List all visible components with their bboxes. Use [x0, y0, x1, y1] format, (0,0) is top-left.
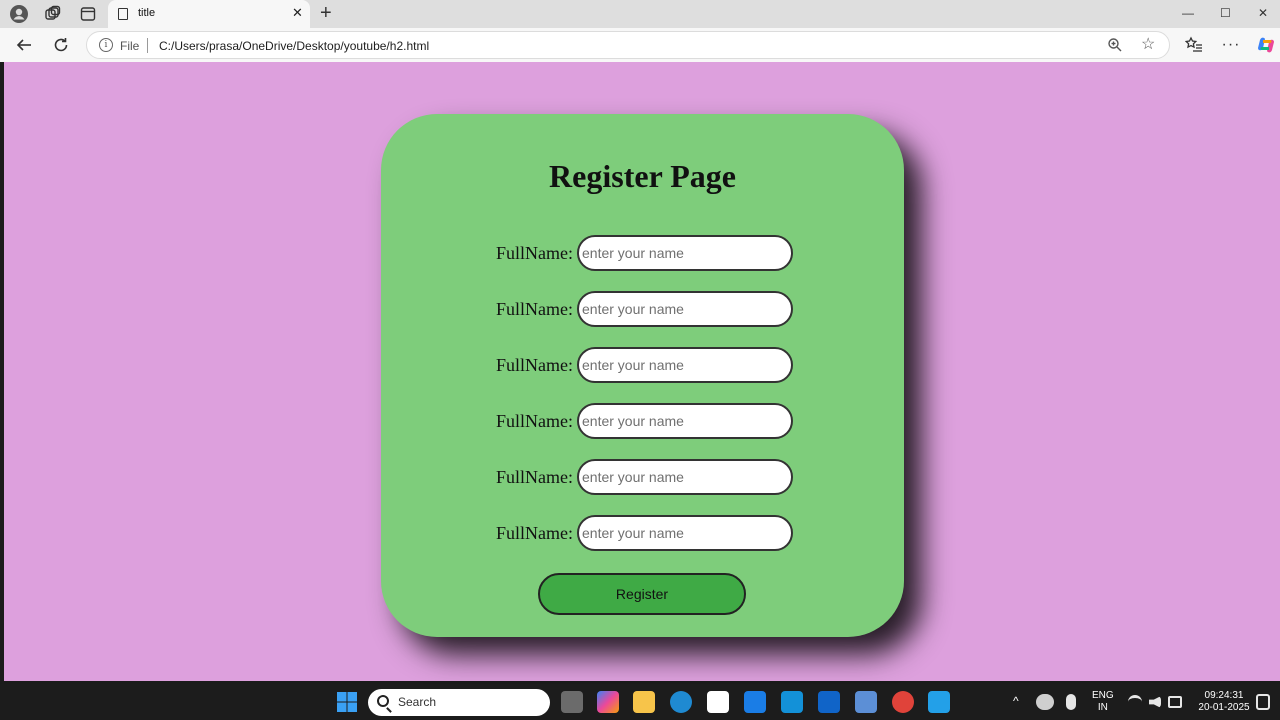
battery-icon[interactable] — [1168, 696, 1182, 708]
new-tab-button[interactable]: + — [320, 3, 332, 23]
tab-title: title — [138, 7, 156, 19]
taskbar: Search ^ ENG IN 09:24:31 20-01-2025 — [0, 684, 1280, 720]
form-row: FullName: — [496, 402, 793, 440]
copilot-app-icon[interactable] — [597, 691, 619, 713]
clock-time: 09:24:31 — [1204, 690, 1244, 701]
copilot-icon[interactable] — [1255, 34, 1277, 56]
wifi-icon[interactable] — [1128, 695, 1142, 709]
tab-close-icon[interactable]: ✕ — [292, 6, 303, 20]
fullname-label: FullName: — [496, 298, 573, 319]
fullname-label: FullName: — [496, 354, 573, 375]
language-indicator[interactable]: ENG IN — [1092, 690, 1114, 714]
mysql-workbench-icon[interactable] — [781, 691, 803, 713]
vertical-tabs-icon[interactable] — [78, 4, 98, 24]
volume-icon[interactable] — [1149, 696, 1161, 708]
favorites-icon[interactable] — [1183, 34, 1205, 56]
page-title: Register Page — [549, 158, 736, 194]
browser-tab-bar: title ✕ + — ☐ ✕ — [0, 0, 1280, 28]
fullname-input[interactable] — [577, 347, 793, 383]
address-scheme: File — [120, 39, 140, 53]
edge-icon[interactable] — [670, 691, 692, 713]
chrome-icon[interactable] — [892, 691, 914, 713]
form-row: FullName: — [496, 290, 793, 328]
back-icon[interactable] — [13, 34, 35, 56]
zoom-icon[interactable] — [1107, 37, 1125, 55]
fullname-input[interactable] — [577, 459, 793, 495]
address-url[interactable]: C:/Users/prasa/OneDrive/Desktop/youtube/… — [159, 39, 429, 53]
show-hidden-icons-icon[interactable]: ^ — [1013, 695, 1019, 707]
register-button[interactable]: Register — [538, 573, 746, 615]
workspaces-icon[interactable] — [43, 4, 63, 24]
search-icon — [377, 695, 389, 707]
windows-start-icon[interactable] — [336, 691, 358, 713]
fullname-input[interactable] — [577, 403, 793, 439]
favorite-star-icon[interactable]: ☆ — [1141, 36, 1155, 54]
fullname-input[interactable] — [577, 291, 793, 327]
reload-icon[interactable] — [50, 34, 72, 56]
form-row: FullName: — [496, 514, 793, 552]
close-window-button[interactable]: ✕ — [1258, 6, 1268, 20]
outlook-icon[interactable] — [818, 691, 840, 713]
fullname-input[interactable] — [577, 235, 793, 271]
form-row: FullName: — [496, 346, 793, 384]
fullname-label: FullName: — [496, 410, 573, 431]
page-icon — [118, 8, 128, 20]
maximize-button[interactable]: ☐ — [1220, 6, 1231, 20]
notifications-icon[interactable] — [1256, 694, 1270, 710]
form-row: FullName: — [496, 458, 793, 496]
minimize-button[interactable]: — — [1182, 6, 1194, 20]
fullname-label: FullName: — [496, 242, 573, 263]
search-label: Search — [398, 695, 437, 709]
browser-toolbar: i File C:/Users/prasa/OneDrive/Desktop/y… — [0, 28, 1280, 62]
fullname-label: FullName: — [496, 466, 573, 487]
dropbox-icon[interactable] — [744, 691, 766, 713]
store-icon[interactable] — [707, 691, 729, 713]
register-card: Register Page FullName: FullName: FullNa… — [381, 114, 904, 637]
page-viewport: Register Page FullName: FullName: FullNa… — [4, 62, 1280, 681]
address-bar[interactable]: i File C:/Users/prasa/OneDrive/Desktop/y… — [86, 31, 1170, 59]
fullname-input[interactable] — [577, 515, 793, 551]
fullname-label: FullName: — [496, 522, 573, 543]
site-info-icon[interactable]: i — [99, 38, 113, 52]
file-explorer-icon[interactable] — [633, 691, 655, 713]
clock-date: 20-01-2025 — [1198, 702, 1250, 713]
microphone-icon[interactable] — [1066, 694, 1076, 710]
snipping-tool-icon[interactable] — [855, 691, 877, 713]
vscode-icon[interactable] — [928, 691, 950, 713]
onedrive-icon[interactable] — [1036, 694, 1054, 710]
more-menu-icon[interactable]: ··· — [1220, 34, 1242, 56]
clock[interactable]: 09:24:31 20-01-2025 — [1194, 690, 1254, 714]
form-row: FullName: — [496, 234, 793, 272]
address-divider — [147, 38, 148, 53]
region-code: IN — [1097, 702, 1108, 713]
profile-icon[interactable] — [9, 4, 29, 24]
task-view-icon[interactable] — [561, 691, 583, 713]
language-code: ENG — [1092, 690, 1114, 701]
taskbar-search[interactable]: Search — [368, 689, 550, 716]
tab-active[interactable]: title ✕ — [108, 0, 310, 28]
